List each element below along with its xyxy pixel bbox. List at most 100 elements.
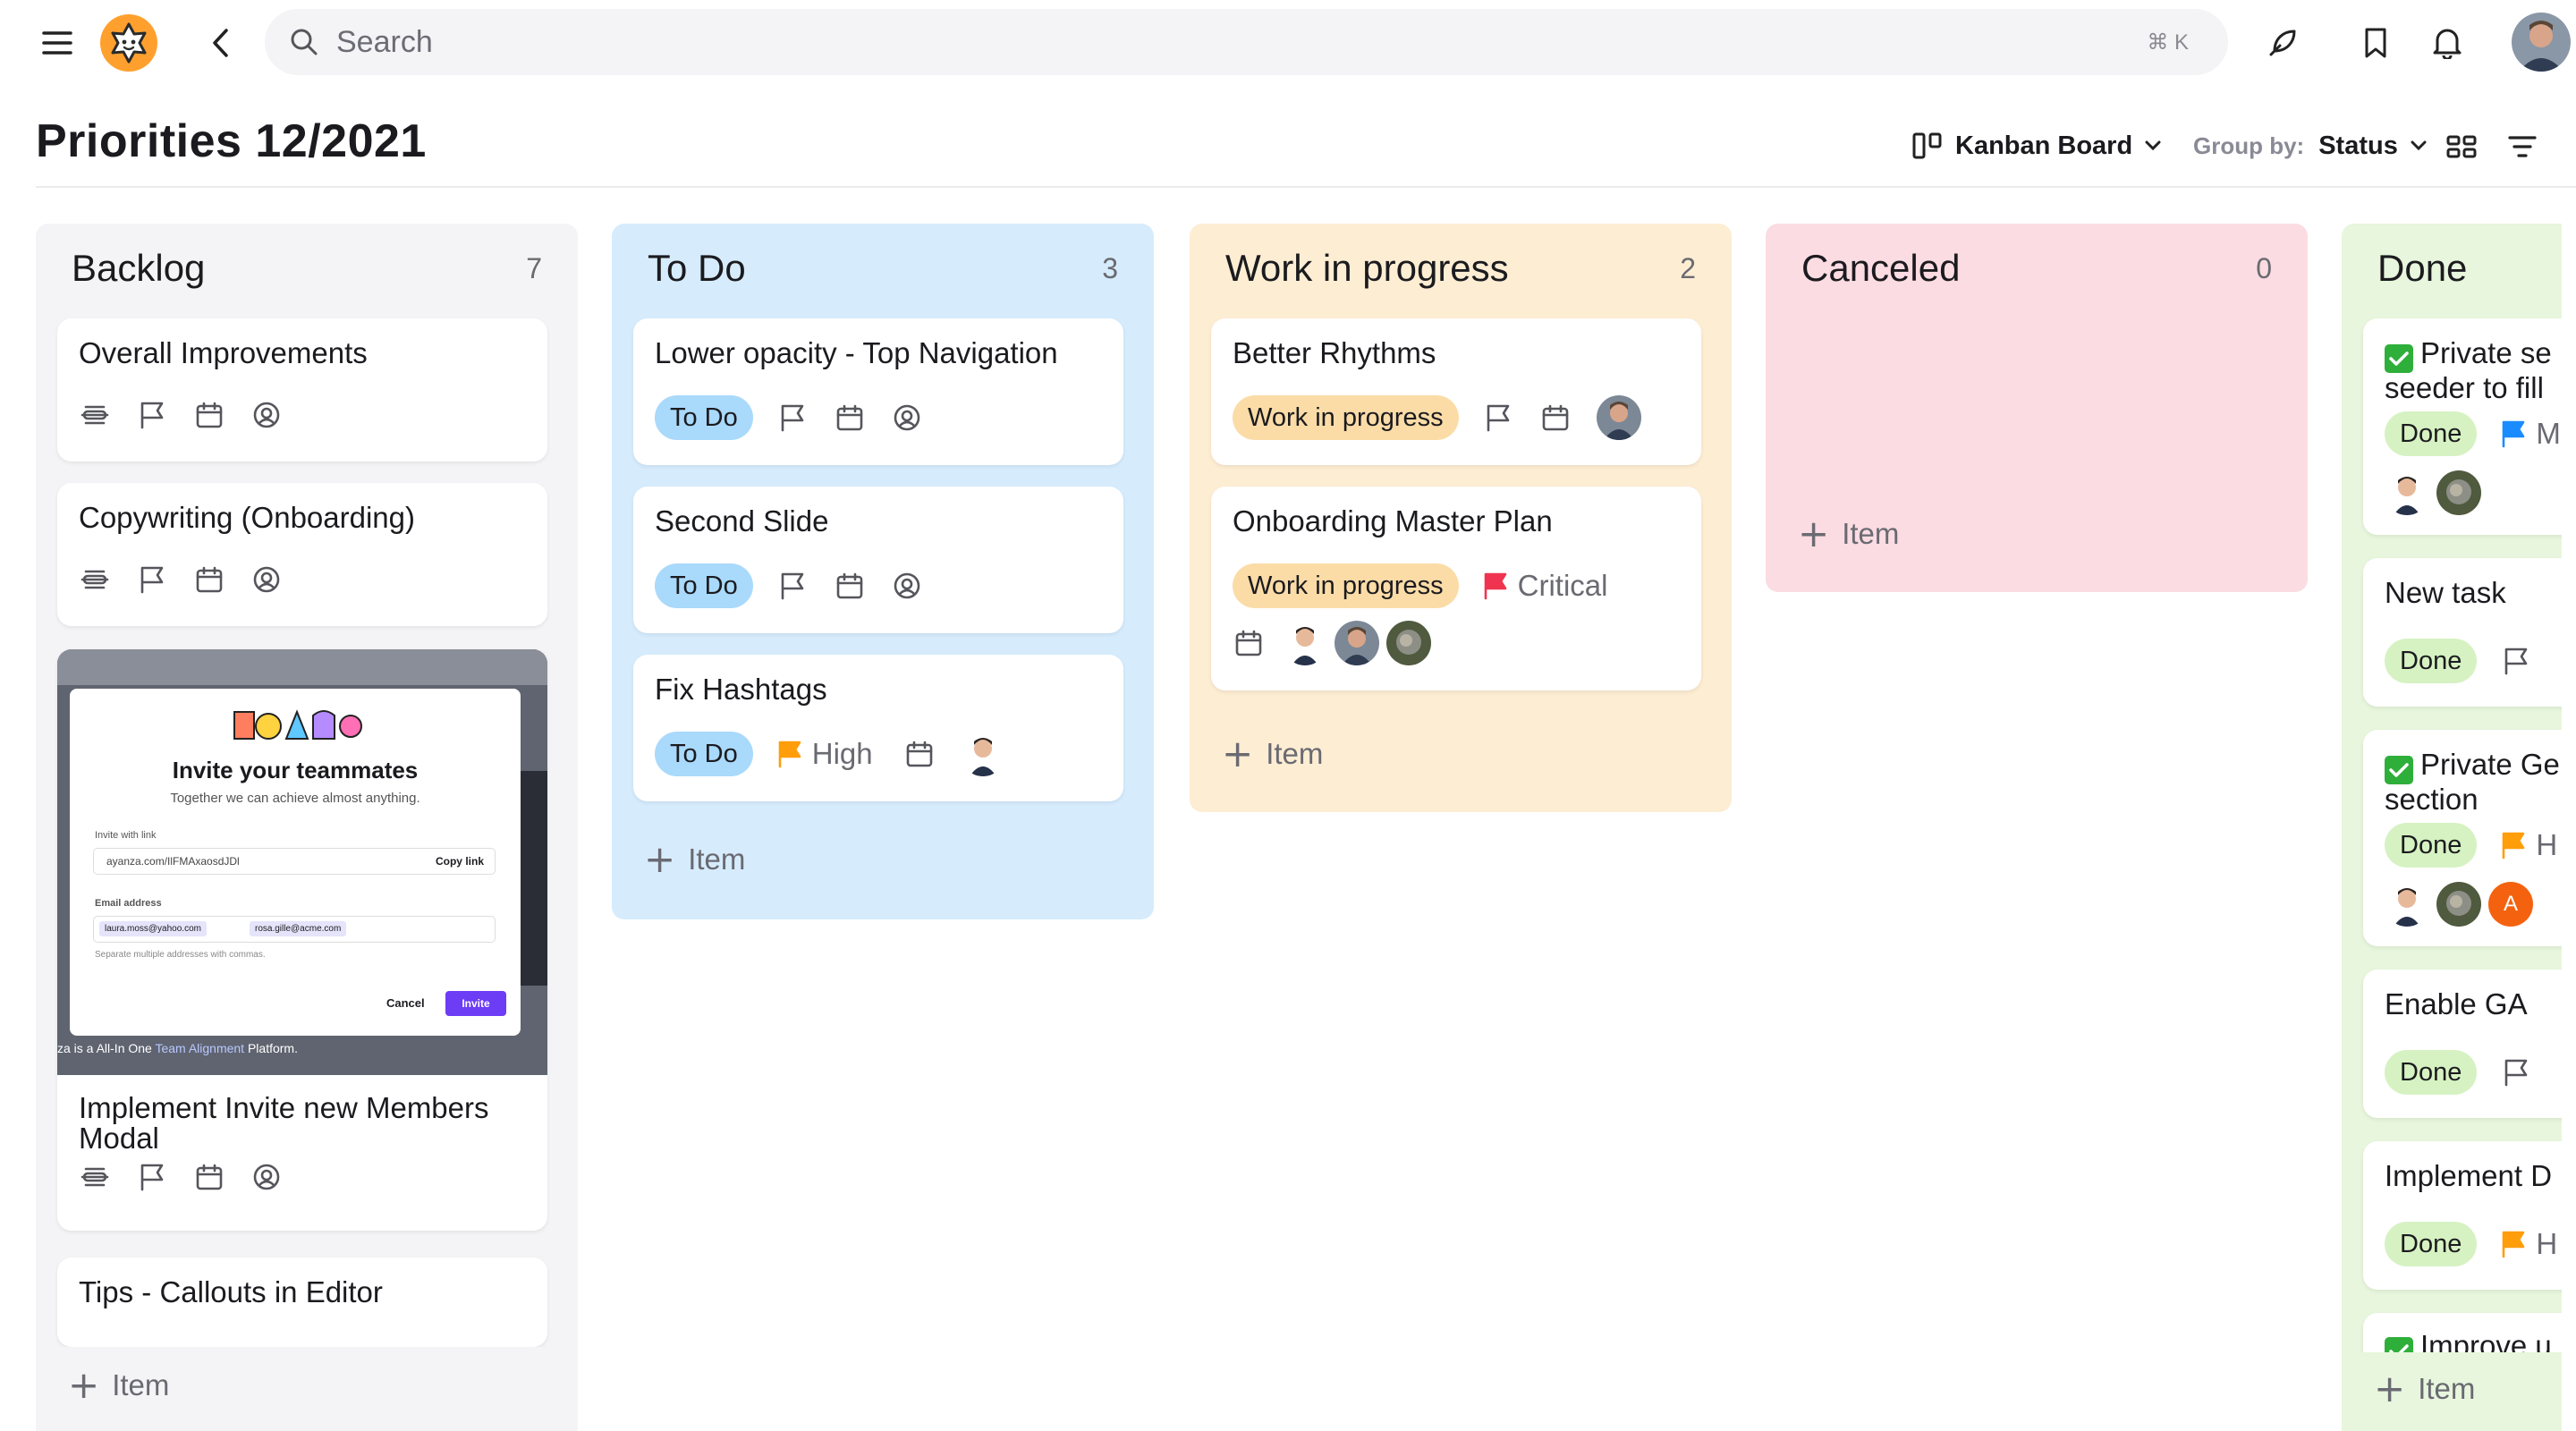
status-badge[interactable]: Done <box>2385 1222 2478 1266</box>
search-shortcut: ⌘ K <box>2147 30 2189 55</box>
avatar[interactable] <box>1335 621 1379 665</box>
flag-icon[interactable] <box>2500 1056 2532 1088</box>
search-icon <box>290 28 318 56</box>
view-label: Kanban Board <box>1955 131 2133 160</box>
avatar[interactable]: A <box>2488 882 2533 927</box>
priority-flag-high[interactable]: High <box>776 737 903 771</box>
flag-icon[interactable] <box>136 563 168 596</box>
card[interactable]: Implement D Done H <box>2363 1141 2562 1290</box>
add-item-button[interactable]: + Item <box>68 1367 169 1404</box>
calendar-icon[interactable] <box>903 738 936 770</box>
priority-label: M <box>2536 417 2561 450</box>
flag-icon[interactable] <box>776 570 809 602</box>
check-icon <box>2385 756 2413 784</box>
assignee-icon[interactable] <box>891 402 923 434</box>
avatar[interactable] <box>1283 621 1327 665</box>
column-title: To Do <box>648 247 746 289</box>
card[interactable]: Private se seeder to fill Done M <box>2363 318 2562 535</box>
priority-icon[interactable] <box>79 563 111 596</box>
flag-icon[interactable] <box>136 1161 168 1193</box>
calendar-icon[interactable] <box>834 570 866 602</box>
status-badge[interactable]: To Do <box>655 395 753 440</box>
user-avatar[interactable] <box>2512 13 2571 72</box>
column-title: Work in progress <box>1225 247 1509 289</box>
avatar[interactable] <box>1596 395 1641 440</box>
page-title: Priorities 12/2021 <box>36 115 427 167</box>
card[interactable]: New task Done <box>2363 558 2562 707</box>
priority-label: High <box>811 737 873 770</box>
card[interactable]: Invite your teammates Together we can ac… <box>57 649 547 1231</box>
card[interactable]: Copywriting (Onboarding) <box>57 483 547 626</box>
card-title: Tips - Callouts in Editor <box>79 1275 383 1308</box>
status-badge[interactable]: To Do <box>655 563 753 608</box>
priority-flag-high[interactable]: H <box>2500 1227 2562 1261</box>
priority-icon[interactable] <box>79 1161 111 1193</box>
add-item-button[interactable]: + Item <box>644 841 745 878</box>
add-item-button[interactable]: + Item <box>1222 735 1323 773</box>
card[interactable]: Second Slide To Do <box>633 487 1123 633</box>
card[interactable]: Lower opacity - Top Navigation To Do <box>633 318 1123 465</box>
avatar[interactable] <box>2436 882 2481 927</box>
back-icon[interactable] <box>202 23 238 63</box>
feather-icon[interactable] <box>2263 23 2302 63</box>
avatar[interactable] <box>1386 621 1431 665</box>
status-badge[interactable]: Work in progress <box>1233 563 1459 608</box>
card[interactable]: Private Ge section Done H A <box>2363 730 2562 946</box>
calendar-icon[interactable] <box>1539 402 1572 434</box>
search-input[interactable]: Search <box>336 25 433 60</box>
column-todo: To Do 3 Lower opacity - Top Navigation T… <box>612 224 1154 919</box>
flag-icon[interactable] <box>1482 402 1514 434</box>
avatar[interactable] <box>960 732 1005 776</box>
group-icon[interactable] <box>2442 127 2481 166</box>
status-badge[interactable]: Done <box>2385 1050 2478 1095</box>
card-title: Private se seeder to fill <box>2385 336 2552 404</box>
menu-icon[interactable] <box>38 25 77 61</box>
column-count: 0 <box>2256 252 2272 284</box>
card[interactable]: Tips - Callouts in Editor <box>57 1257 547 1347</box>
flag-icon[interactable] <box>776 402 809 434</box>
filter-icon[interactable] <box>2503 127 2542 166</box>
copy-link-button: Copy link <box>435 855 484 868</box>
avatar[interactable] <box>2385 470 2429 515</box>
group-by-selector[interactable]: Group by: Status <box>2193 123 2427 168</box>
assignee-icon[interactable] <box>250 563 283 596</box>
status-badge[interactable]: Work in progress <box>1233 395 1459 440</box>
add-item-button[interactable]: + Item <box>1798 515 1899 553</box>
modal-subtitle: Together we can achieve almost anything. <box>170 791 420 806</box>
calendar-icon[interactable] <box>193 1161 225 1193</box>
search-bar[interactable]: Search ⌘ K <box>265 9 2228 75</box>
calendar-icon[interactable] <box>834 402 866 434</box>
assignee-icon[interactable] <box>250 399 283 431</box>
priority-flag-medium[interactable]: M <box>2500 417 2562 451</box>
status-badge[interactable]: Done <box>2385 639 2478 683</box>
status-badge[interactable]: To Do <box>655 732 753 776</box>
card[interactable]: Onboarding Master Plan Work in progress … <box>1211 487 1701 690</box>
card[interactable]: Better Rhythms Work in progress <box>1211 318 1701 465</box>
assignee-icon[interactable] <box>250 1161 283 1193</box>
avatar[interactable] <box>2436 470 2481 515</box>
assignee-icon[interactable] <box>891 570 923 602</box>
app-logo-icon[interactable] <box>98 13 159 73</box>
calendar-icon[interactable] <box>193 399 225 431</box>
flag-icon[interactable] <box>2500 645 2532 677</box>
card[interactable]: Enable GA Done <box>2363 970 2562 1118</box>
view-switcher[interactable]: Kanban Board <box>1912 123 2161 168</box>
calendar-icon[interactable] <box>1233 627 1265 659</box>
add-item-button[interactable]: + Item <box>2374 1370 2475 1408</box>
email-label: Email address <box>95 898 162 909</box>
status-badge[interactable]: Done <box>2385 823 2478 868</box>
priority-icon[interactable] <box>79 399 111 431</box>
column-count: 3 <box>1102 252 1118 284</box>
bell-icon[interactable] <box>2428 21 2467 63</box>
priority-flag-high[interactable]: H <box>2500 828 2562 862</box>
flag-icon[interactable] <box>136 399 168 431</box>
bookmark-icon[interactable] <box>2356 23 2395 63</box>
card[interactable]: Fix Hashtags To Do High <box>633 655 1123 801</box>
avatar[interactable] <box>2385 882 2429 927</box>
card[interactable]: Overall Improvements <box>57 318 547 461</box>
priority-flag-critical[interactable]: Critical <box>1482 569 1639 603</box>
email-chip: laura.moss@yahoo.com <box>99 921 207 936</box>
status-badge[interactable]: Done <box>2385 411 2478 456</box>
calendar-icon[interactable] <box>193 563 225 596</box>
column-count: 7 <box>526 252 542 284</box>
